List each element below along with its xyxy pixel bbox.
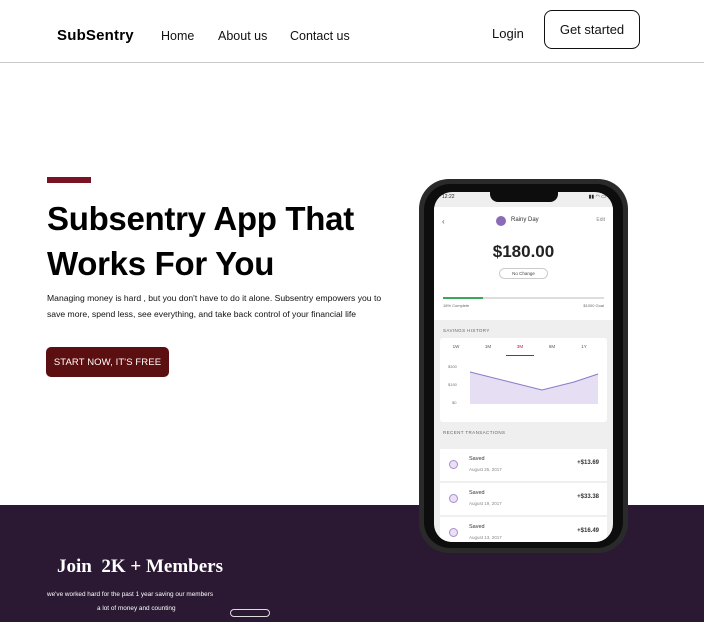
status-icons: ▮▮ ◠ ▭ — [588, 194, 606, 200]
chart-tab-1m[interactable]: 1M — [478, 344, 498, 349]
chart-y-label: $150 — [448, 382, 458, 387]
goal-progress-bar — [443, 297, 604, 299]
transaction-title: Saved — [469, 524, 485, 530]
umbrella-icon — [496, 216, 506, 226]
transaction-row[interactable]: Saved August 25, 2017 +$13.69 — [440, 449, 607, 481]
chart-y-label: $300 — [448, 364, 458, 369]
chart-tab-6m[interactable]: 6M — [542, 344, 562, 349]
brand-logo[interactable]: SubSentry — [57, 27, 134, 44]
chart-tab-1w[interactable]: 1W — [446, 344, 466, 349]
hero-description: Managing money is hard , but you don't h… — [47, 293, 382, 319]
transaction-row[interactable]: Saved August 13, 2017 +$16.49 — [440, 517, 607, 542]
get-started-button[interactable]: Get started — [544, 10, 640, 49]
chart-tab-1y[interactable]: 1Y — [574, 344, 594, 349]
savings-history-card: 1W 1M 3M 6M 1Y $300 $150 $0 — [440, 338, 607, 422]
nav-link-home[interactable]: Home — [161, 29, 194, 43]
phone-notch — [490, 192, 558, 202]
chart-y-label: $0 — [452, 400, 457, 405]
transaction-amount: +$33.38 — [577, 494, 599, 500]
savings-goal-title: Rainy Day — [511, 217, 539, 223]
transaction-amount: +$13.69 — [577, 460, 599, 466]
nav-link-contact[interactable]: Contact us — [290, 29, 350, 43]
change-badge: No Change — [499, 268, 548, 279]
edit-link[interactable]: Edit — [596, 217, 605, 223]
savings-amount: $180.00 — [492, 242, 555, 261]
nav-link-about[interactable]: About us — [218, 29, 267, 43]
savings-history-chart: $300 $150 $0 — [448, 364, 599, 405]
goal-progress-fill — [443, 297, 484, 299]
active-tab-underline — [506, 355, 534, 356]
transaction-title: Saved — [469, 456, 485, 462]
phone-screen: 12:22 ▮▮ ◠ ▭ ‹ Rainy Day Edit $180.00 No… — [434, 192, 613, 542]
top-navbar: SubSentry Home About us Contact us Login… — [0, 0, 704, 63]
transaction-date: August 19, 2017 — [469, 501, 502, 506]
transaction-title: Saved — [469, 490, 485, 496]
status-time: 12:22 — [442, 194, 455, 200]
transaction-amount: +$16.49 — [577, 528, 599, 534]
hero-accent-bar — [47, 177, 91, 183]
transaction-date: August 13, 2017 — [469, 535, 502, 540]
recent-transactions-label: RECENT TRANSACTIONS — [443, 430, 506, 435]
scroll-indicator-pill — [230, 609, 270, 617]
savings-header-card: ‹ Rainy Day Edit $180.00 No Change 18% C… — [434, 207, 613, 320]
hero-title: Subsentry App That Works For You — [47, 200, 354, 282]
members-headline: Join 2K + Members — [57, 556, 223, 577]
piggy-bank-icon — [449, 460, 458, 469]
phone-mockup: 12:22 ▮▮ ◠ ▭ ‹ Rainy Day Edit $180.00 No… — [419, 179, 628, 553]
chart-tab-3m[interactable]: 3M — [510, 344, 530, 349]
transaction-date: August 25, 2017 — [469, 467, 502, 472]
progress-goal-label: $1000 Goal — [583, 303, 604, 308]
start-now-button[interactable]: START NOW, IT'S FREE — [46, 347, 169, 377]
savings-history-label: SAVINGS HISTORY — [443, 328, 490, 333]
login-link[interactable]: Login — [492, 26, 524, 41]
progress-complete-label: 18% Complete — [443, 303, 470, 308]
chart-range-tabs: 1W 1M 3M 6M 1Y — [440, 344, 607, 356]
transaction-row[interactable]: Saved August 19, 2017 +$33.38 — [440, 483, 607, 515]
members-subtext-line-1: we've worked hard for the past 1 year sa… — [47, 591, 214, 598]
members-subtext-line-2: a lot of money and counting — [97, 605, 176, 612]
piggy-bank-icon — [449, 528, 458, 537]
piggy-bank-icon — [449, 494, 458, 503]
back-arrow-icon[interactable]: ‹ — [442, 217, 445, 226]
